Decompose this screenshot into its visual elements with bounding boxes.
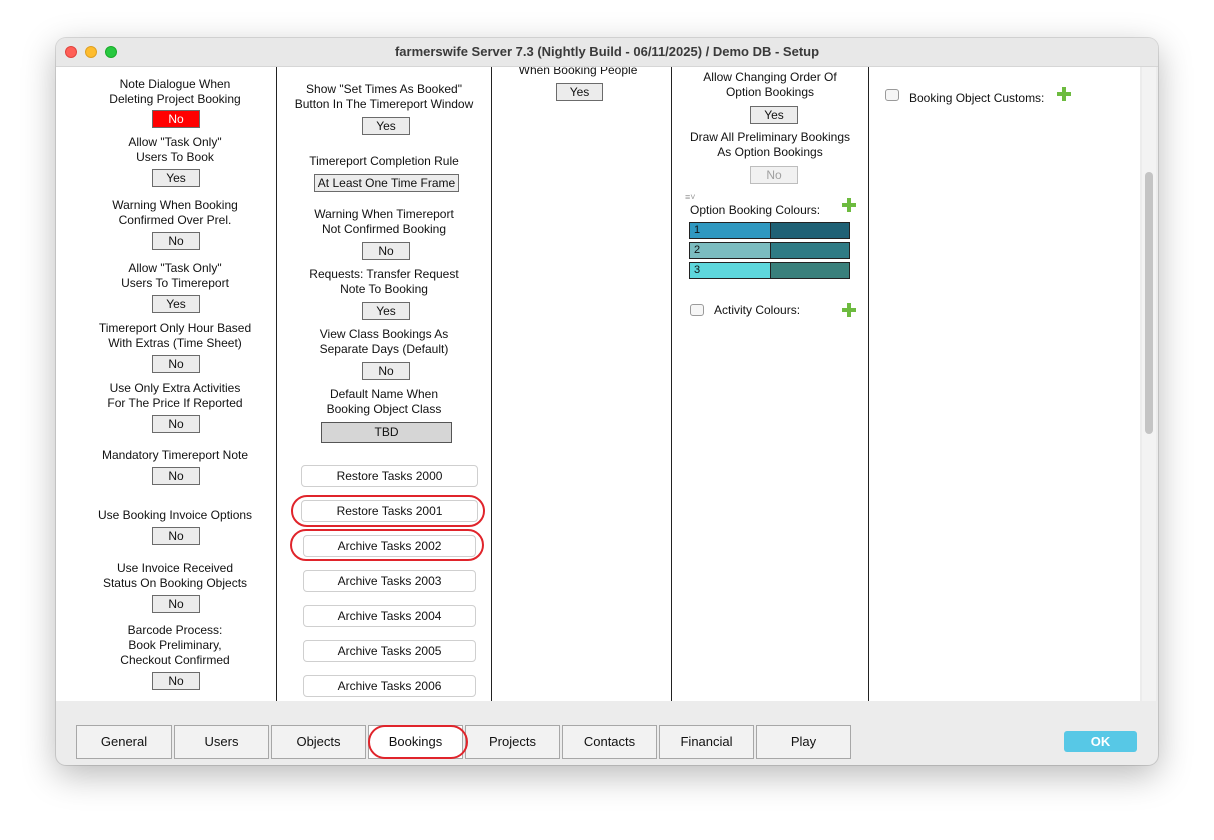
- option-colour-swatch[interactable]: 3: [690, 263, 770, 278]
- column-divider: [491, 67, 492, 701]
- transfer-request-note-toggle[interactable]: Yes: [362, 302, 410, 320]
- highlight-annotation: [368, 725, 468, 759]
- option-colour-swatch-dark[interactable]: [770, 263, 849, 278]
- archive-tasks-2006-button[interactable]: Archive Tasks 2006: [303, 675, 476, 697]
- archive-tasks-2003-button[interactable]: Archive Tasks 2003: [303, 570, 476, 592]
- setting-label: Use Only Extra Activities For The Price I…: [107, 381, 243, 410]
- task-only-timereport-toggle[interactable]: Yes: [152, 295, 200, 313]
- extra-activities-price-toggle[interactable]: No: [152, 415, 200, 433]
- setting-label: Barcode Process: Book Preliminary, Checkou…: [120, 623, 230, 667]
- column-divider: [868, 67, 869, 701]
- archive-tasks-2004-button[interactable]: Archive Tasks 2004: [303, 605, 476, 627]
- highlight-annotation: [291, 495, 485, 527]
- setting-label: Draw All Preliminary Bookings As Option B…: [689, 130, 851, 159]
- setting-label: When Booking People: [518, 67, 638, 77]
- highlight-annotation: [290, 529, 484, 561]
- scrollbar-thumb[interactable]: [1145, 172, 1153, 434]
- setting-label: Allow Changing Order Of Option Bookings: [703, 70, 837, 99]
- add-booking-object-custom-icon[interactable]: [1057, 87, 1071, 101]
- tab-financial[interactable]: Financial: [659, 725, 754, 759]
- option-colour-swatch-dark[interactable]: [770, 243, 849, 258]
- class-bookings-separate-days-toggle[interactable]: No: [362, 362, 410, 380]
- timereport-hour-based-toggle[interactable]: No: [152, 355, 200, 373]
- title-bar: farmerswife Server 7.3 (Nightly Build - …: [56, 38, 1158, 67]
- draw-preliminary-as-option-toggle[interactable]: No: [750, 166, 798, 184]
- comment-icon[interactable]: [690, 304, 704, 316]
- tab-users[interactable]: Users: [174, 725, 269, 759]
- tab-objects[interactable]: Objects: [271, 725, 366, 759]
- setting-label: Allow "Task Only" Users To Book: [128, 135, 222, 164]
- setting-label: View Class Bookings As Separate Days (Def…: [319, 327, 449, 356]
- warning-booking-confirmed-toggle[interactable]: No: [152, 232, 200, 250]
- when-booking-people-toggle[interactable]: Yes: [556, 83, 603, 101]
- setup-window: farmerswife Server 7.3 (Nightly Build - …: [56, 38, 1158, 765]
- setting-label: Warning When Booking Confirmed Over Prel.: [112, 198, 238, 227]
- setting-label: Timereport Completion Rule: [309, 154, 459, 168]
- activity-colours-label: Activity Colours:: [714, 303, 801, 317]
- add-activity-colour-icon[interactable]: [842, 303, 856, 317]
- setting-label: Mandatory Timereport Note: [101, 448, 249, 462]
- restore-tasks-2000-button[interactable]: Restore Tasks 2000: [301, 465, 478, 487]
- setting-label: Allow "Task Only" Users To Timereport: [121, 261, 229, 290]
- invoice-received-status-toggle[interactable]: No: [152, 595, 200, 613]
- setting-label: Use Booking Invoice Options: [97, 508, 253, 522]
- setting-label: Requests: Transfer Request Note To Bookin…: [309, 267, 459, 296]
- warning-timereport-not-confirmed-toggle[interactable]: No: [362, 242, 410, 260]
- task-only-book-toggle[interactable]: Yes: [152, 169, 200, 187]
- option-colour-swatch-dark[interactable]: [770, 223, 849, 238]
- setup-content: Note Dialogue When Deleting Project Booki…: [56, 67, 1140, 701]
- tab-general[interactable]: General: [76, 725, 172, 759]
- option-colour-row[interactable]: 1: [689, 222, 850, 239]
- column-divider: [671, 67, 672, 701]
- tab-projects[interactable]: Projects: [465, 725, 560, 759]
- setting-label: Use Invoice Received Status On Booking Ob…: [102, 561, 248, 590]
- set-times-as-booked-toggle[interactable]: Yes: [362, 117, 410, 135]
- option-booking-colours-label: Option Booking Colours:: [690, 203, 821, 217]
- archive-tasks-2005-button[interactable]: Archive Tasks 2005: [303, 640, 476, 662]
- tab-play[interactable]: Play: [756, 725, 851, 759]
- booking-invoice-options-toggle[interactable]: No: [152, 527, 200, 545]
- change-option-order-toggle[interactable]: Yes: [750, 106, 798, 124]
- ok-button[interactable]: OK: [1064, 731, 1137, 752]
- window-title: farmerswife Server 7.3 (Nightly Build - …: [394, 44, 820, 59]
- setting-label: Default Name When Booking Object Class: [326, 387, 442, 416]
- booking-object-customs-label: Booking Object Customs:: [909, 91, 1045, 105]
- barcode-process-toggle[interactable]: No: [152, 672, 200, 690]
- option-colour-swatch[interactable]: 2: [690, 243, 770, 258]
- option-colour-swatch[interactable]: 1: [690, 223, 770, 238]
- option-colour-row[interactable]: 3: [689, 262, 850, 279]
- add-option-colour-icon[interactable]: [842, 198, 856, 212]
- timereport-completion-rule-select[interactable]: At Least One Time Frame: [314, 174, 459, 192]
- sort-icon[interactable]: ≡˅: [685, 193, 696, 202]
- setting-label: Note Dialogue When Deleting Project Booki…: [109, 77, 241, 106]
- setting-label: Warning When Timereport Not Confirmed Boo…: [314, 207, 454, 236]
- comment-icon[interactable]: [885, 89, 899, 101]
- setting-label: Show "Set Times As Booked" Button In The …: [294, 82, 474, 111]
- tab-contacts[interactable]: Contacts: [562, 725, 657, 759]
- note-dialogue-delete-toggle[interactable]: No: [152, 110, 200, 128]
- mandatory-timereport-note-toggle[interactable]: No: [152, 467, 200, 485]
- default-name-booking-class-field[interactable]: TBD: [321, 422, 452, 443]
- option-colour-row[interactable]: 2: [689, 242, 850, 259]
- setting-label: Timereport Only Hour Based With Extras (T…: [98, 321, 252, 350]
